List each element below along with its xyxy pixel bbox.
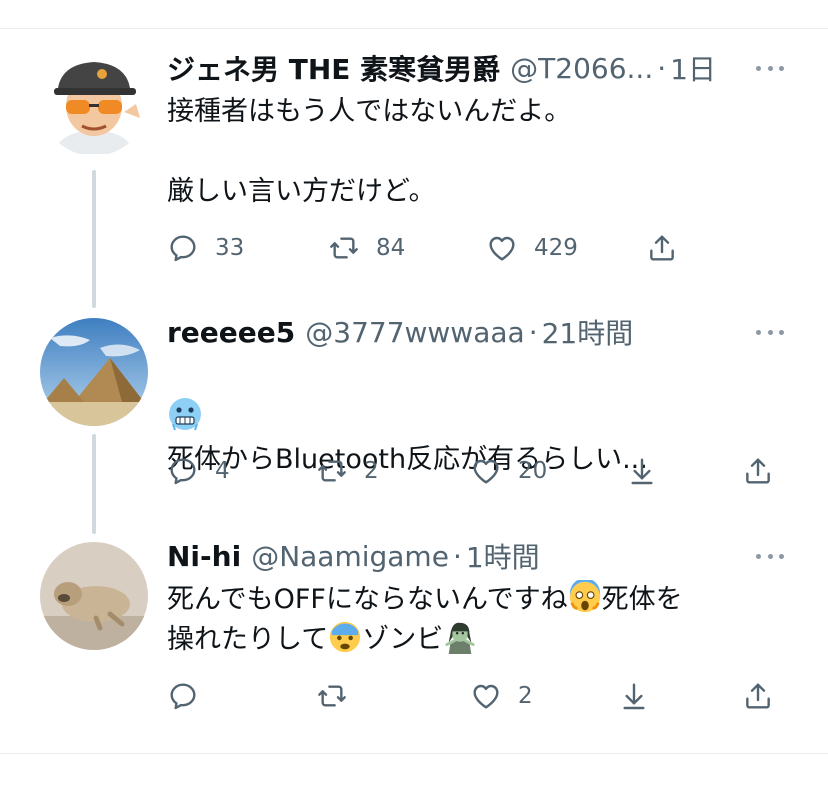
reply-icon <box>170 235 196 262</box>
thread-connector-line <box>92 170 96 308</box>
retweet-count: 2 <box>364 458 379 484</box>
download-arrow-icon <box>623 683 645 710</box>
download-arrow-icon <box>631 458 653 485</box>
separator-dot: · <box>528 315 538 349</box>
dog-photo-avatar-image <box>40 542 148 650</box>
reply-button[interactable] <box>167 680 215 712</box>
avatar[interactable] <box>40 48 148 156</box>
retweet-button[interactable]: 84 <box>328 232 405 264</box>
download-button[interactable] <box>626 455 658 487</box>
display-name[interactable]: reeeee5 <box>167 316 295 349</box>
user-handle[interactable]: @T2066... <box>510 52 653 85</box>
like-button[interactable]: 2 <box>470 680 533 712</box>
tweet-text-block: 死んでもOFFにならないんですね 死体を 操れたりして ゾンビ <box>167 580 788 660</box>
like-button[interactable]: 20 <box>470 455 547 487</box>
like-count: 20 <box>518 458 548 484</box>
reply-count: 33 <box>215 235 245 261</box>
tweet-text-part: 操れたりして <box>167 624 329 655</box>
avatar[interactable] <box>40 318 148 426</box>
retweet-icon <box>330 237 358 259</box>
share-icon <box>650 235 674 261</box>
avatar[interactable] <box>40 542 148 650</box>
cartoon-man-avatar-image <box>40 48 148 156</box>
reply-count: 4 <box>215 458 230 484</box>
tweet-text-part: ゾンビ <box>362 624 444 655</box>
thread-connector-line <box>92 434 96 534</box>
retweet-icon <box>318 685 346 707</box>
share-icon <box>746 458 770 484</box>
retweet-button[interactable] <box>316 680 364 712</box>
more-options-icon[interactable] <box>756 64 784 72</box>
tweet-text: 接種者はもう人ではないんだよ。 厳しい言い方だけど。 <box>167 96 572 207</box>
heart-icon <box>473 459 499 484</box>
more-options-icon[interactable] <box>756 328 784 336</box>
timestamp[interactable]: 21時間 <box>542 314 634 350</box>
user-handle[interactable]: @3777wwwaaa <box>305 316 524 349</box>
share-button[interactable] <box>742 680 774 712</box>
fearful-face-emoji-icon <box>330 621 361 653</box>
like-button[interactable]: 429 <box>486 232 578 264</box>
reply-button[interactable]: 33 <box>167 232 244 264</box>
reply-icon <box>170 683 196 710</box>
timestamp[interactable]: 1時間 <box>466 538 540 574</box>
heart-icon <box>473 684 499 709</box>
tweet-text-part: 死んでもOFFにならないんですね <box>167 584 568 615</box>
reply-button[interactable]: 4 <box>167 455 230 487</box>
share-button[interactable] <box>646 232 678 264</box>
heart-icon <box>489 236 515 261</box>
timestamp[interactable]: 1日 <box>670 50 716 86</box>
retweet-icon <box>318 460 346 482</box>
screaming-face-emoji-icon <box>569 580 600 613</box>
cold-face-emoji-icon <box>169 398 201 431</box>
user-handle[interactable]: @Naamigame <box>251 540 449 573</box>
download-button[interactable] <box>618 680 650 712</box>
zombie-emoji-icon <box>445 622 475 654</box>
reply-icon <box>170 458 196 485</box>
retweet-button[interactable]: 2 <box>316 455 379 487</box>
display-name[interactable]: ジェネ男 THE 素寒貧男爵 <box>167 50 500 86</box>
display-name[interactable]: Ni-hi <box>167 540 241 573</box>
separator-dot: · <box>452 539 462 573</box>
bottom-divider <box>0 753 828 754</box>
top-divider <box>0 28 828 29</box>
retweet-count: 84 <box>376 235 406 261</box>
like-count: 429 <box>534 235 578 261</box>
separator-dot: · <box>657 51 667 85</box>
like-count: 2 <box>518 683 533 709</box>
more-options-icon[interactable] <box>756 552 784 560</box>
tweet-text: 死体からBluetooth反応が有るらしい... <box>167 444 648 475</box>
share-icon <box>746 683 770 709</box>
pyramids-avatar-image <box>40 318 148 426</box>
share-button[interactable] <box>742 455 774 487</box>
tweet-text-part: 死体を <box>601 584 683 615</box>
